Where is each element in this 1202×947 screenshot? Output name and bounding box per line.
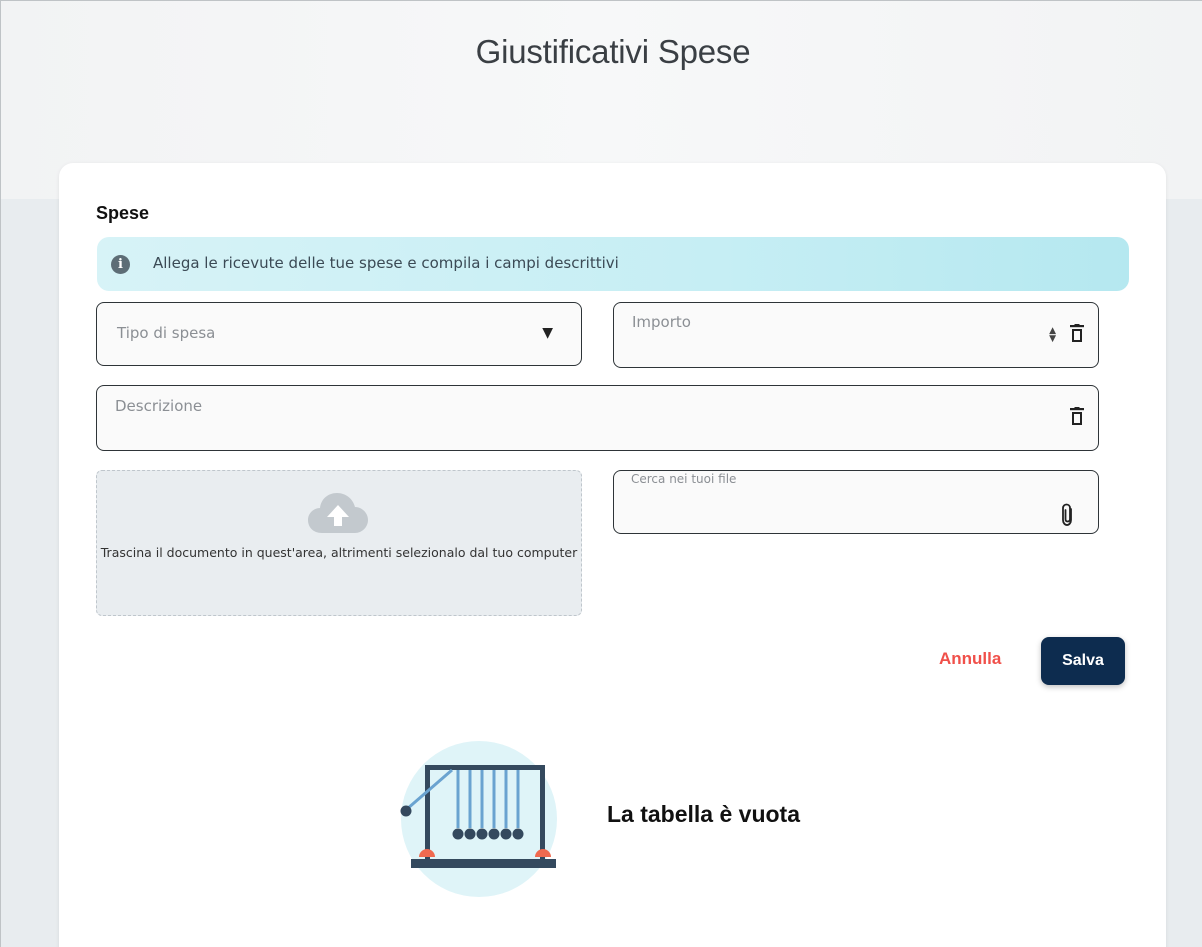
- info-icon: i: [111, 255, 130, 274]
- app-window: Giustificativi Spese Spese i Allega le r…: [0, 0, 1202, 947]
- trash-icon[interactable]: [1070, 407, 1084, 426]
- empty-table-message: La tabella è vuota: [607, 801, 801, 827]
- save-button[interactable]: Salva: [1041, 637, 1125, 685]
- file-dropzone[interactable]: Trascina il documento in quest'area, alt…: [96, 470, 582, 616]
- file-search-input[interactable]: Cerca nei tuoi file: [613, 470, 1099, 534]
- expenses-card: Spese i Allega le ricevute delle tue spe…: [59, 163, 1166, 947]
- expense-type-select[interactable]: Tipo di spesa ▼: [96, 302, 582, 366]
- page-title: Giustificativi Spese: [475, 33, 751, 70]
- description-input[interactable]: Descrizione: [96, 385, 1099, 451]
- trash-icon[interactable]: [1070, 324, 1084, 343]
- chevron-down-icon: ▼: [542, 325, 553, 341]
- amount-input[interactable]: Importo ▲ ▼: [613, 302, 1099, 368]
- expense-type-placeholder: Tipo di spesa: [117, 324, 216, 342]
- cancel-button[interactable]: Annulla: [939, 649, 1001, 669]
- dropzone-text: Trascina il documento in quest'area, alt…: [100, 545, 578, 560]
- info-banner-text: Allega le ricevute delle tue spese e com…: [153, 254, 619, 272]
- description-placeholder: Descrizione: [115, 397, 203, 415]
- file-search-placeholder: Cerca nei tuoi file: [631, 472, 737, 486]
- section-title: Spese: [96, 203, 150, 223]
- newtons-cradle-illustration: [400, 741, 557, 897]
- paperclip-icon[interactable]: [1060, 503, 1076, 527]
- spinner-arrows-icon[interactable]: ▲ ▼: [1049, 327, 1056, 344]
- info-banner: i Allega le ricevute delle tue spese e c…: [97, 237, 1129, 291]
- amount-placeholder: Importo: [632, 313, 691, 331]
- cloud-upload-icon: [308, 493, 368, 533]
